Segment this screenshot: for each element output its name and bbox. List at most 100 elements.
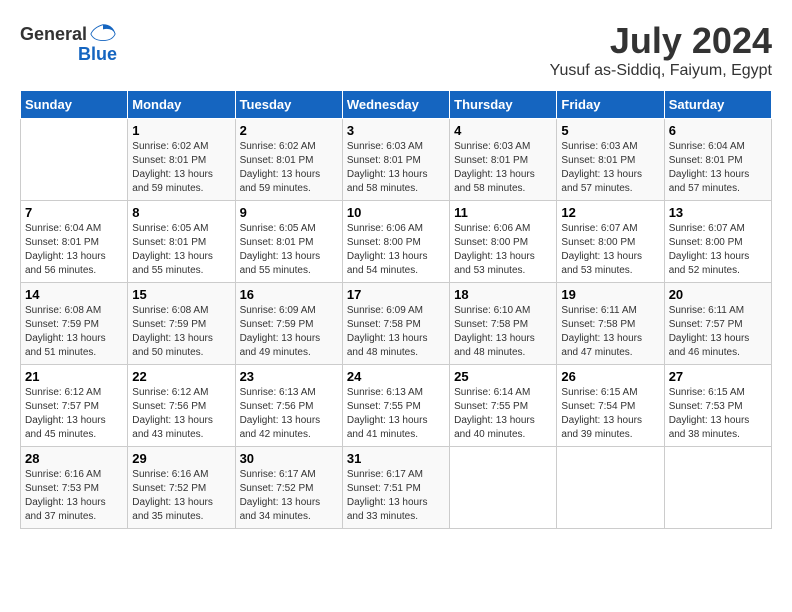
day-header-friday: Friday (557, 91, 664, 119)
day-header-monday: Monday (128, 91, 235, 119)
day-number: 1 (132, 123, 230, 138)
day-number: 4 (454, 123, 552, 138)
day-number: 26 (561, 369, 659, 384)
calendar-cell: 27 Sunrise: 6:15 AMSunset: 7:53 PMDaylig… (664, 365, 771, 447)
calendar-cell: 22 Sunrise: 6:12 AMSunset: 7:56 PMDaylig… (128, 365, 235, 447)
day-number: 13 (669, 205, 767, 220)
day-info: Sunrise: 6:02 AMSunset: 8:01 PMDaylight:… (132, 140, 230, 196)
day-info: Sunrise: 6:06 AMSunset: 8:00 PMDaylight:… (454, 222, 552, 278)
calendar-cell: 7 Sunrise: 6:04 AMSunset: 8:01 PMDayligh… (21, 201, 128, 283)
day-info: Sunrise: 6:07 AMSunset: 8:00 PMDaylight:… (669, 222, 767, 278)
calendar-table: SundayMondayTuesdayWednesdayThursdayFrid… (20, 90, 772, 529)
logo-general: General (20, 24, 87, 45)
day-header-saturday: Saturday (664, 91, 771, 119)
calendar-cell: 3 Sunrise: 6:03 AMSunset: 8:01 PMDayligh… (342, 119, 449, 201)
calendar-cell: 1 Sunrise: 6:02 AMSunset: 8:01 PMDayligh… (128, 119, 235, 201)
calendar-cell: 2 Sunrise: 6:02 AMSunset: 8:01 PMDayligh… (235, 119, 342, 201)
day-info: Sunrise: 6:11 AMSunset: 7:58 PMDaylight:… (561, 304, 659, 360)
week-row-5: 28 Sunrise: 6:16 AMSunset: 7:53 PMDaylig… (21, 447, 772, 529)
day-number: 22 (132, 369, 230, 384)
day-number: 30 (240, 451, 338, 466)
day-info: Sunrise: 6:12 AMSunset: 7:57 PMDaylight:… (25, 386, 123, 442)
week-row-3: 14 Sunrise: 6:08 AMSunset: 7:59 PMDaylig… (21, 283, 772, 365)
day-number: 19 (561, 287, 659, 302)
day-number: 16 (240, 287, 338, 302)
day-number: 23 (240, 369, 338, 384)
day-number: 21 (25, 369, 123, 384)
calendar-cell: 23 Sunrise: 6:13 AMSunset: 7:56 PMDaylig… (235, 365, 342, 447)
day-info: Sunrise: 6:06 AMSunset: 8:00 PMDaylight:… (347, 222, 445, 278)
day-number: 2 (240, 123, 338, 138)
calendar-cell: 11 Sunrise: 6:06 AMSunset: 8:00 PMDaylig… (450, 201, 557, 283)
day-number: 31 (347, 451, 445, 466)
day-number: 18 (454, 287, 552, 302)
calendar-cell: 4 Sunrise: 6:03 AMSunset: 8:01 PMDayligh… (450, 119, 557, 201)
day-info: Sunrise: 6:17 AMSunset: 7:52 PMDaylight:… (240, 468, 338, 524)
calendar-cell (664, 447, 771, 529)
day-info: Sunrise: 6:08 AMSunset: 7:59 PMDaylight:… (132, 304, 230, 360)
month-title: July 2024 (550, 20, 772, 62)
day-number: 6 (669, 123, 767, 138)
day-number: 9 (240, 205, 338, 220)
calendar-cell: 28 Sunrise: 6:16 AMSunset: 7:53 PMDaylig… (21, 447, 128, 529)
day-number: 24 (347, 369, 445, 384)
day-number: 15 (132, 287, 230, 302)
calendar-cell: 30 Sunrise: 6:17 AMSunset: 7:52 PMDaylig… (235, 447, 342, 529)
day-number: 3 (347, 123, 445, 138)
day-info: Sunrise: 6:13 AMSunset: 7:56 PMDaylight:… (240, 386, 338, 442)
calendar-cell: 17 Sunrise: 6:09 AMSunset: 7:58 PMDaylig… (342, 283, 449, 365)
day-info: Sunrise: 6:17 AMSunset: 7:51 PMDaylight:… (347, 468, 445, 524)
calendar-cell: 12 Sunrise: 6:07 AMSunset: 8:00 PMDaylig… (557, 201, 664, 283)
calendar-cell: 9 Sunrise: 6:05 AMSunset: 8:01 PMDayligh… (235, 201, 342, 283)
day-info: Sunrise: 6:14 AMSunset: 7:55 PMDaylight:… (454, 386, 552, 442)
calendar-cell: 25 Sunrise: 6:14 AMSunset: 7:55 PMDaylig… (450, 365, 557, 447)
day-info: Sunrise: 6:07 AMSunset: 8:00 PMDaylight:… (561, 222, 659, 278)
day-info: Sunrise: 6:11 AMSunset: 7:57 PMDaylight:… (669, 304, 767, 360)
day-info: Sunrise: 6:08 AMSunset: 7:59 PMDaylight:… (25, 304, 123, 360)
calendar-cell: 14 Sunrise: 6:08 AMSunset: 7:59 PMDaylig… (21, 283, 128, 365)
day-number: 12 (561, 205, 659, 220)
day-info: Sunrise: 6:05 AMSunset: 8:01 PMDaylight:… (132, 222, 230, 278)
day-info: Sunrise: 6:10 AMSunset: 7:58 PMDaylight:… (454, 304, 552, 360)
day-info: Sunrise: 6:05 AMSunset: 8:01 PMDaylight:… (240, 222, 338, 278)
week-row-4: 21 Sunrise: 6:12 AMSunset: 7:57 PMDaylig… (21, 365, 772, 447)
day-number: 11 (454, 205, 552, 220)
day-number: 17 (347, 287, 445, 302)
day-info: Sunrise: 6:03 AMSunset: 8:01 PMDaylight:… (561, 140, 659, 196)
days-header-row: SundayMondayTuesdayWednesdayThursdayFrid… (21, 91, 772, 119)
day-info: Sunrise: 6:09 AMSunset: 7:59 PMDaylight:… (240, 304, 338, 360)
calendar-cell: 15 Sunrise: 6:08 AMSunset: 7:59 PMDaylig… (128, 283, 235, 365)
day-info: Sunrise: 6:16 AMSunset: 7:53 PMDaylight:… (25, 468, 123, 524)
calendar-cell: 19 Sunrise: 6:11 AMSunset: 7:58 PMDaylig… (557, 283, 664, 365)
day-header-thursday: Thursday (450, 91, 557, 119)
calendar-cell (450, 447, 557, 529)
day-info: Sunrise: 6:16 AMSunset: 7:52 PMDaylight:… (132, 468, 230, 524)
day-info: Sunrise: 6:15 AMSunset: 7:54 PMDaylight:… (561, 386, 659, 442)
day-number: 28 (25, 451, 123, 466)
day-info: Sunrise: 6:15 AMSunset: 7:53 PMDaylight:… (669, 386, 767, 442)
calendar-cell (21, 119, 128, 201)
day-header-tuesday: Tuesday (235, 91, 342, 119)
day-header-wednesday: Wednesday (342, 91, 449, 119)
day-info: Sunrise: 6:02 AMSunset: 8:01 PMDaylight:… (240, 140, 338, 196)
day-header-sunday: Sunday (21, 91, 128, 119)
day-number: 25 (454, 369, 552, 384)
page-header: General Blue July 2024 Yusuf as-Siddiq, … (20, 20, 772, 80)
day-info: Sunrise: 6:03 AMSunset: 8:01 PMDaylight:… (454, 140, 552, 196)
day-number: 20 (669, 287, 767, 302)
day-info: Sunrise: 6:03 AMSunset: 8:01 PMDaylight:… (347, 140, 445, 196)
week-row-2: 7 Sunrise: 6:04 AMSunset: 8:01 PMDayligh… (21, 201, 772, 283)
day-info: Sunrise: 6:12 AMSunset: 7:56 PMDaylight:… (132, 386, 230, 442)
calendar-cell: 13 Sunrise: 6:07 AMSunset: 8:00 PMDaylig… (664, 201, 771, 283)
calendar-cell (557, 447, 664, 529)
calendar-cell: 16 Sunrise: 6:09 AMSunset: 7:59 PMDaylig… (235, 283, 342, 365)
logo-blue: Blue (78, 44, 117, 65)
day-number: 14 (25, 287, 123, 302)
title-section: July 2024 Yusuf as-Siddiq, Faiyum, Egypt (550, 20, 772, 80)
day-number: 8 (132, 205, 230, 220)
calendar-cell: 21 Sunrise: 6:12 AMSunset: 7:57 PMDaylig… (21, 365, 128, 447)
day-number: 29 (132, 451, 230, 466)
calendar-cell: 18 Sunrise: 6:10 AMSunset: 7:58 PMDaylig… (450, 283, 557, 365)
calendar-cell: 6 Sunrise: 6:04 AMSunset: 8:01 PMDayligh… (664, 119, 771, 201)
calendar-cell: 29 Sunrise: 6:16 AMSunset: 7:52 PMDaylig… (128, 447, 235, 529)
